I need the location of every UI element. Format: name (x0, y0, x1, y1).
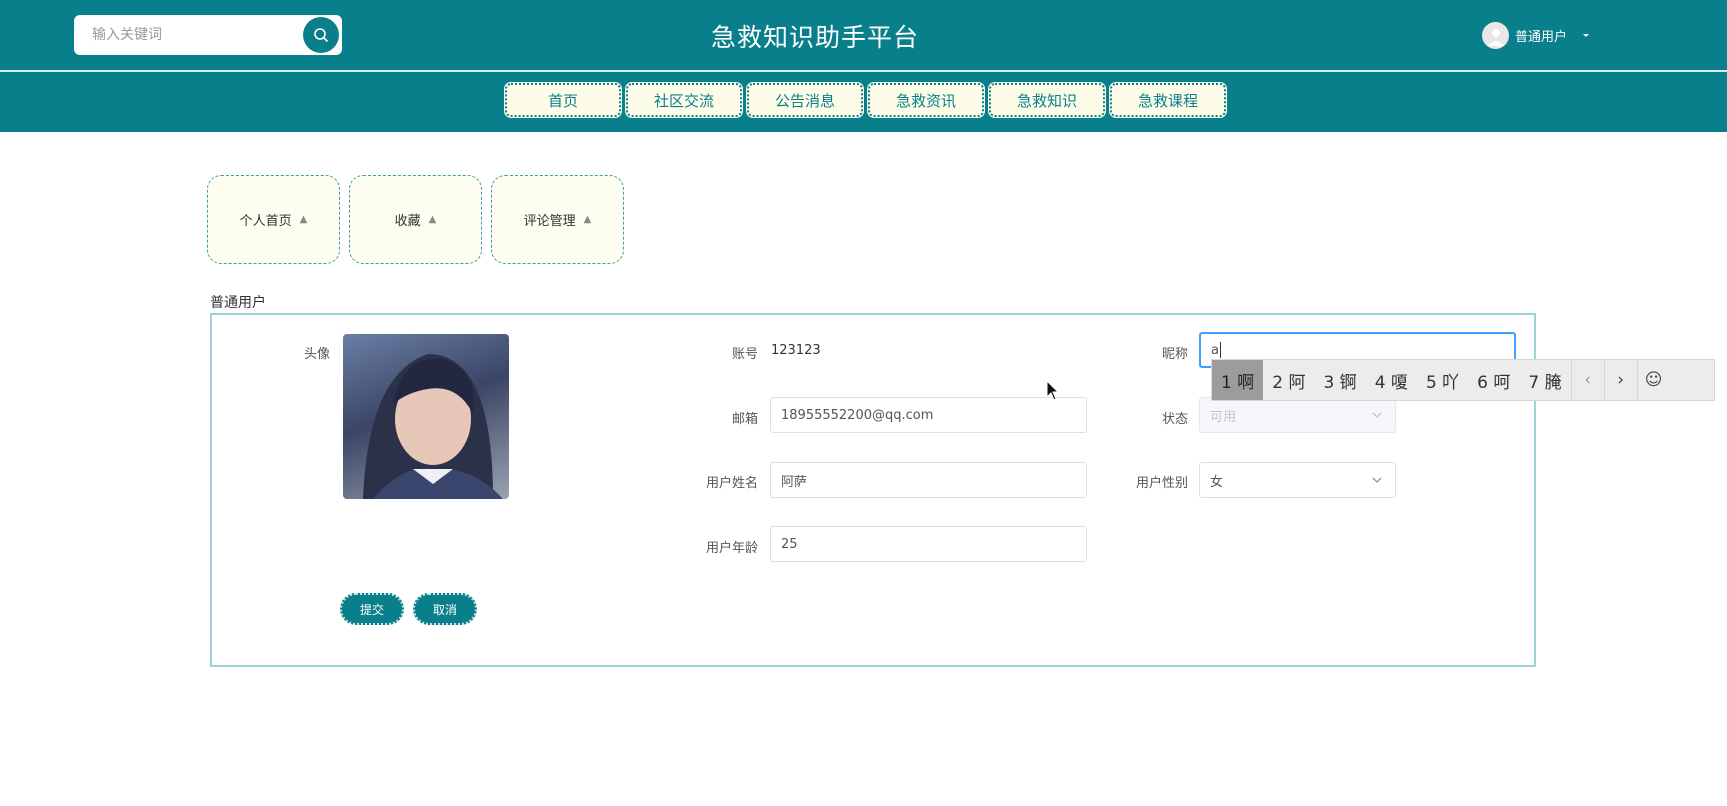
nav-notices[interactable]: 公告消息 (746, 82, 864, 118)
email-label: 邮箱 (731, 412, 758, 427)
emoji-icon[interactable]: ☺ (1636, 360, 1670, 400)
status-select: 可用 (1199, 397, 1396, 433)
mouse-pointer-icon (1046, 380, 1060, 401)
ime-candidate[interactable]: 1 啊 (1212, 360, 1264, 400)
ime-prev-icon[interactable]: ‹ (1570, 360, 1604, 400)
nav-first-aid-knowledge[interactable]: 急救知识 (988, 82, 1106, 118)
realname-label: 用户姓名 (705, 476, 758, 491)
portrait-image (363, 354, 503, 499)
age-label: 用户年龄 (705, 541, 758, 556)
nickname-label: 昵称 (1161, 347, 1188, 362)
avatar-label: 头像 (303, 347, 330, 362)
cancel-button[interactable]: 取消 (413, 593, 477, 625)
email-input[interactable]: 18955552200@qq.com (770, 397, 1087, 433)
ime-candidate[interactable]: 6 呵 (1468, 360, 1519, 400)
tab-favorites[interactable]: 收藏 ▲ (349, 175, 482, 264)
star-icon: ▲ (428, 214, 437, 225)
tab-comment-management[interactable]: 评论管理 ▲ (491, 175, 624, 264)
email-value: 18955552200@qq.com (781, 407, 934, 423)
gender-label: 用户性别 (1135, 476, 1188, 491)
nickname-value: a (1211, 342, 1219, 358)
realname-value: 阿萨 (781, 474, 808, 490)
age-value: 25 (781, 536, 798, 552)
realname-input[interactable]: 阿萨 (770, 462, 1087, 498)
ime-candidate[interactable]: 5 吖 (1417, 360, 1468, 400)
chevron-down-icon (1372, 412, 1382, 418)
submit-button[interactable]: 提交 (340, 593, 404, 625)
comment-icon: ▲ (583, 214, 592, 225)
tab-label: 收藏 (394, 214, 421, 229)
avatar (1482, 22, 1509, 49)
nav-home[interactable]: 首页 (504, 82, 622, 118)
profile-tabs: 个人首页 ▲ 收藏 ▲ 评论管理 ▲ (207, 175, 624, 264)
user-name: 普通用户 (1515, 30, 1568, 45)
tab-personal-home[interactable]: 个人首页 ▲ (207, 175, 340, 264)
nav-first-aid-courses[interactable]: 急救课程 (1109, 82, 1227, 118)
nav-first-aid-news[interactable]: 急救资讯 (867, 82, 985, 118)
section-title: 普通用户 (210, 295, 266, 311)
ime-candidate[interactable]: 4 嗄 (1366, 360, 1417, 400)
ime-next-icon[interactable]: › (1603, 360, 1637, 400)
main-nav: 首页 社区交流 公告消息 急救资讯 急救知识 急救课程 (504, 82, 1227, 118)
nav-community[interactable]: 社区交流 (625, 82, 743, 118)
ime-candidate[interactable]: 2 阿 (1263, 360, 1314, 400)
site-title: 急救知识助手平台 (710, 23, 919, 52)
user-menu[interactable]: 普通用户 (1482, 22, 1591, 49)
text-caret (1219, 342, 1221, 358)
ime-candidate[interactable]: 7 腌 (1519, 360, 1570, 400)
status-value: 可用 (1210, 409, 1237, 425)
home-icon: ▲ (299, 214, 308, 225)
account-value: 123123 (771, 343, 821, 358)
account-label: 账号 (731, 347, 758, 362)
status-label: 状态 (1161, 412, 1188, 427)
gender-value: 女 (1210, 474, 1224, 490)
chevron-down-icon (1372, 477, 1382, 483)
tab-label: 个人首页 (239, 214, 292, 229)
ime-candidate-bar: 1 啊 2 阿 3 锕 4 嗄 5 吖 6 呵 7 腌 ‹ › ☺ (1211, 359, 1715, 401)
profile-avatar-image[interactable] (343, 334, 509, 499)
gender-select[interactable]: 女 (1199, 462, 1396, 498)
age-input[interactable]: 25 (770, 526, 1087, 562)
ime-candidate[interactable]: 3 锕 (1314, 360, 1365, 400)
tab-label: 评论管理 (523, 214, 576, 229)
user-icon (1487, 28, 1504, 46)
caret-down-icon (1583, 33, 1590, 37)
